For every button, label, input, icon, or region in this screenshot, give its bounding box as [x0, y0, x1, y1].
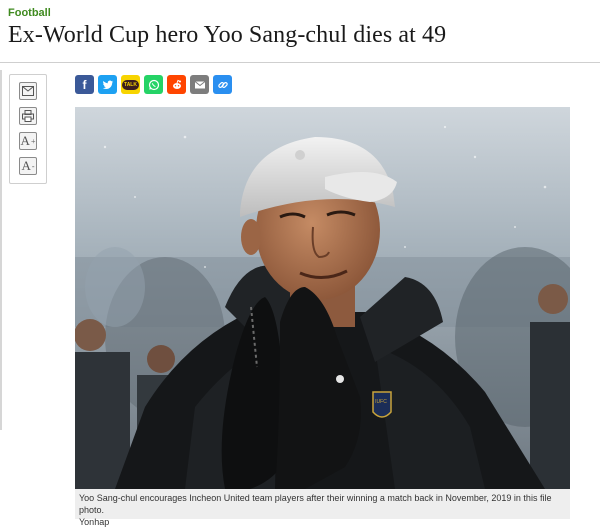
share-bar: f TALK — [75, 75, 232, 94]
photo-credit: Yonhap — [79, 517, 110, 527]
email-icon[interactable] — [19, 82, 37, 100]
facebook-share-icon[interactable]: f — [75, 75, 94, 94]
left-rail — [0, 70, 2, 430]
caption-text: Yoo Sang-chul encourages Incheon United … — [79, 493, 552, 515]
photo-caption: Yoo Sang-chul encourages Incheon United … — [75, 489, 570, 527]
badge-text: IUFC — [375, 399, 387, 405]
category-link[interactable]: Football — [8, 7, 51, 19]
email-share-icon[interactable] — [190, 75, 209, 94]
font-decrease-icon[interactable]: A- — [19, 157, 37, 175]
article-photo: IUFC — [75, 107, 570, 489]
reddit-share-icon[interactable] — [167, 75, 186, 94]
print-icon[interactable] — [19, 107, 37, 125]
link-share-icon[interactable] — [213, 75, 232, 94]
kakaotalk-share-icon[interactable]: TALK — [121, 75, 140, 94]
article-tools: A + A- — [9, 74, 47, 184]
font-increase-icon[interactable]: A + — [19, 132, 37, 150]
header-divider — [0, 62, 600, 63]
twitter-share-icon[interactable] — [98, 75, 117, 94]
article-headline: Ex-World Cup hero Yoo Sang-chul dies at … — [8, 22, 447, 48]
whatsapp-share-icon[interactable] — [144, 75, 163, 94]
